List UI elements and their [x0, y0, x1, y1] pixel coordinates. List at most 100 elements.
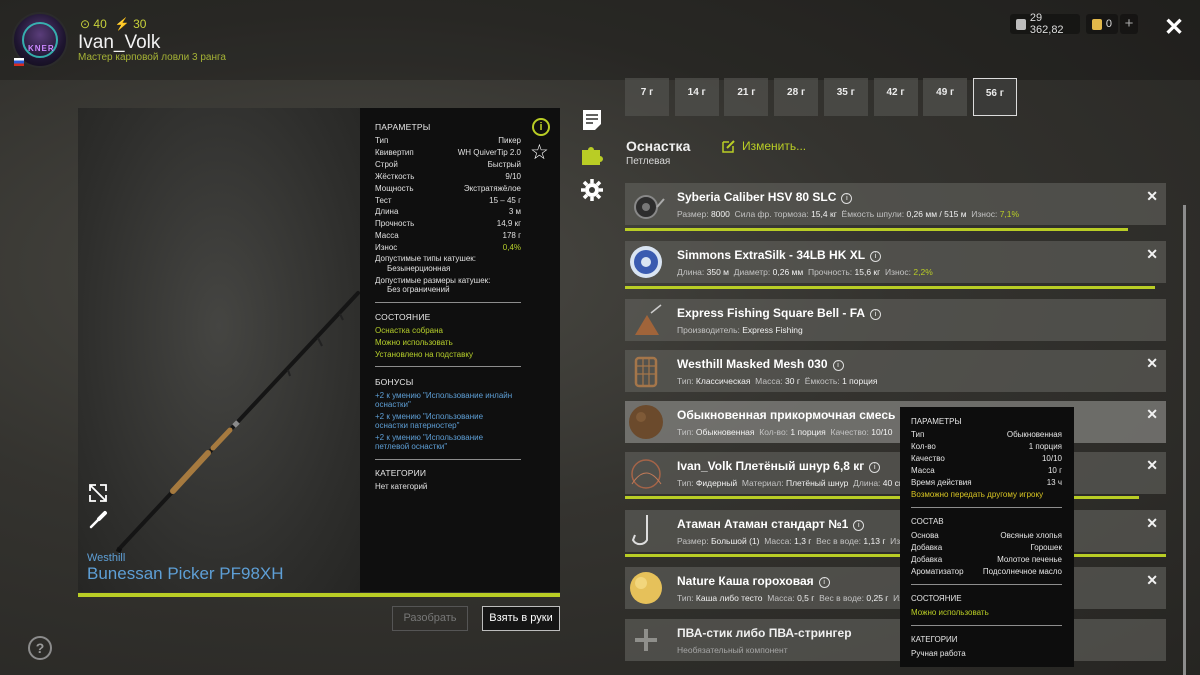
param-value: 13 ч: [1046, 477, 1062, 487]
weight-tab[interactable]: 21 г: [724, 78, 769, 116]
ingredient-value: Подсолнечное масло: [982, 566, 1062, 576]
weight-tab[interactable]: 7 г: [625, 78, 669, 116]
rod-param-row: Мощность Экстратяжёлое: [375, 184, 521, 193]
ball-thumbnail-icon: [629, 405, 663, 439]
energy-counter: ⚡ 30: [114, 17, 147, 31]
meta-label: Тип:: [677, 593, 694, 603]
rig-component-item[interactable]: ПВА-стик либо ПВА-стрингер Необязательный…: [625, 619, 1166, 661]
meta-value: 15,6 кг: [854, 267, 881, 277]
param-value: 10 г: [1047, 465, 1062, 475]
param-value: 178 г: [502, 231, 522, 241]
settings-gear-icon[interactable]: [580, 178, 604, 202]
reel-sizes-label: Допустимые размеры катушек:: [375, 276, 491, 285]
tooltip-transfer-note: Возможно передать другому игроку: [911, 490, 1044, 499]
silver-balance: 29 362,82: [1010, 12, 1080, 36]
rig-component-item[interactable]: Express Fishing Square Bell - FA i Произво…: [625, 299, 1166, 341]
rig-component-item[interactable]: Westhill Masked Mesh 030 i Тип: Классическ…: [625, 350, 1166, 392]
rig-component-item[interactable]: Атаман Атаман стандарт №1 i Размер: Большо…: [625, 510, 1166, 552]
weight-tab[interactable]: 56 г: [972, 78, 1017, 116]
weight-tab[interactable]: 28 г: [774, 78, 819, 116]
close-icon[interactable]: ✕: [1164, 13, 1184, 42]
edit-rig-link[interactable]: Изменить...: [722, 139, 806, 153]
info-icon[interactable]: i: [818, 577, 830, 588]
meta-label: Длина:: [853, 478, 881, 488]
tooltip-param-row: Кол-во 1 порция: [911, 442, 1062, 451]
info-icon[interactable]: i: [869, 462, 881, 473]
meta-value: 30 г: [785, 376, 800, 386]
meta-label: Необязательный компонент: [677, 645, 788, 655]
component-title: Syberia Caliber HSV 80 SLC i: [677, 190, 853, 204]
rig-component-item[interactable]: Syberia Caliber HSV 80 SLC i Размер: 8000 …: [625, 183, 1166, 225]
component-condition-bar: [625, 286, 1155, 289]
rig-component-item[interactable]: Nature Каша гороховая i Тип: Каша либо тес…: [625, 567, 1166, 609]
remove-icon[interactable]: ✕: [1146, 457, 1158, 474]
ingredient-label: Добавка: [911, 554, 943, 564]
meta-value: 0,26 мм / 515 м: [906, 209, 967, 219]
info-icon[interactable]: i: [870, 309, 882, 320]
component-condition-bar: [625, 554, 1166, 557]
param-value: Пикер: [498, 136, 521, 145]
favorite-star-icon[interactable]: ☆: [530, 142, 549, 164]
param-value: 3 м: [508, 207, 521, 217]
param-label: Тест: [375, 195, 392, 205]
meta-value: 7,1%: [999, 209, 1020, 219]
remove-icon[interactable]: ✕: [1146, 406, 1158, 423]
component-meta: Необязательный компонент: [677, 645, 792, 655]
meta-value: 0,5 г: [797, 593, 815, 603]
remove-icon[interactable]: ✕: [1146, 355, 1158, 372]
info-icon[interactable]: i: [841, 193, 853, 204]
rod-param-row: Жёсткость 9/10: [375, 172, 521, 181]
disassemble-button[interactable]: Разобрать: [392, 606, 468, 631]
param-label: Масса: [375, 231, 399, 241]
scrollbar[interactable]: [1183, 205, 1186, 675]
weight-tab[interactable]: 35 г: [823, 78, 868, 116]
tooltip-params-header: ПАРАМЕТРЫ: [911, 417, 962, 426]
meta-label: Ёмкость:: [804, 376, 840, 386]
remove-icon[interactable]: ✕: [1146, 246, 1158, 263]
state-item: Установлено на подставку: [375, 350, 473, 359]
hook-thumbnail-icon: [631, 515, 648, 546]
take-in-hands-button[interactable]: Взять в руки: [482, 606, 560, 631]
add-gold-button[interactable]: +: [1120, 14, 1138, 34]
meta-label: Диаметр:: [733, 267, 771, 277]
rod-param-row: Квивертип WH QuiverTip 2.0: [375, 148, 521, 157]
expand-icon[interactable]: [88, 483, 108, 503]
info-icon[interactable]: i: [870, 251, 882, 262]
rod-preview[interactable]: [78, 108, 360, 592]
weight-tab[interactable]: 42 г: [873, 78, 918, 116]
notes-icon[interactable]: [580, 108, 604, 132]
info-icon[interactable]: i: [832, 360, 844, 371]
rig-component-item[interactable]: Обыкновенная прикормочная смесьi Тип: Обы…: [625, 401, 1166, 443]
weight-tab[interactable]: 14 г: [674, 78, 719, 116]
remove-icon[interactable]: ✕: [1146, 515, 1158, 532]
param-label: Длина: [375, 207, 399, 217]
reel-types-value: Безынерционная: [387, 264, 451, 273]
rig-component-item[interactable]: Simmons ExtraSilk - 34LB HK XL i Длина: 35…: [625, 241, 1166, 283]
bonus-item: петлевой оснастки": [375, 442, 448, 451]
param-label: Масса: [911, 465, 935, 475]
meta-label: Тип:: [677, 478, 694, 488]
paint-brush-icon[interactable]: [88, 510, 108, 530]
info-icon[interactable]: i: [532, 118, 550, 136]
meta-label: Прочность:: [807, 267, 853, 277]
remove-icon[interactable]: ✕: [1146, 572, 1158, 589]
help-icon[interactable]: ?: [28, 636, 52, 660]
param-value: 10/10: [1041, 453, 1062, 463]
bonus-header: БОНУСЫ: [375, 377, 414, 387]
weight-tab[interactable]: 49 г: [923, 78, 968, 116]
component-title: ПВА-стик либо ПВА-стрингер: [677, 626, 852, 640]
info-icon[interactable]: i: [853, 520, 865, 531]
divider: [911, 584, 1062, 585]
ingredient-label: Добавка: [911, 542, 943, 552]
meta-value: 2,2%: [913, 267, 933, 277]
meta-value: 1,3 г: [794, 536, 812, 546]
rod-param-row: Износ 0,4%: [375, 243, 521, 252]
param-label: Износ: [375, 243, 398, 253]
tackle-puzzle-icon[interactable]: [580, 143, 604, 167]
meta-label: Размер:: [677, 209, 709, 219]
state-item: Оснастка собрана: [375, 326, 443, 335]
ingredient-value: Овсяные хлопья: [1000, 531, 1062, 540]
remove-icon[interactable]: ✕: [1146, 188, 1158, 205]
meta-label: Размер:: [677, 536, 709, 546]
rig-component-item[interactable]: Ivan_Volk Плетёный шнур 6,8 кг i Тип: Фиде…: [625, 452, 1166, 494]
